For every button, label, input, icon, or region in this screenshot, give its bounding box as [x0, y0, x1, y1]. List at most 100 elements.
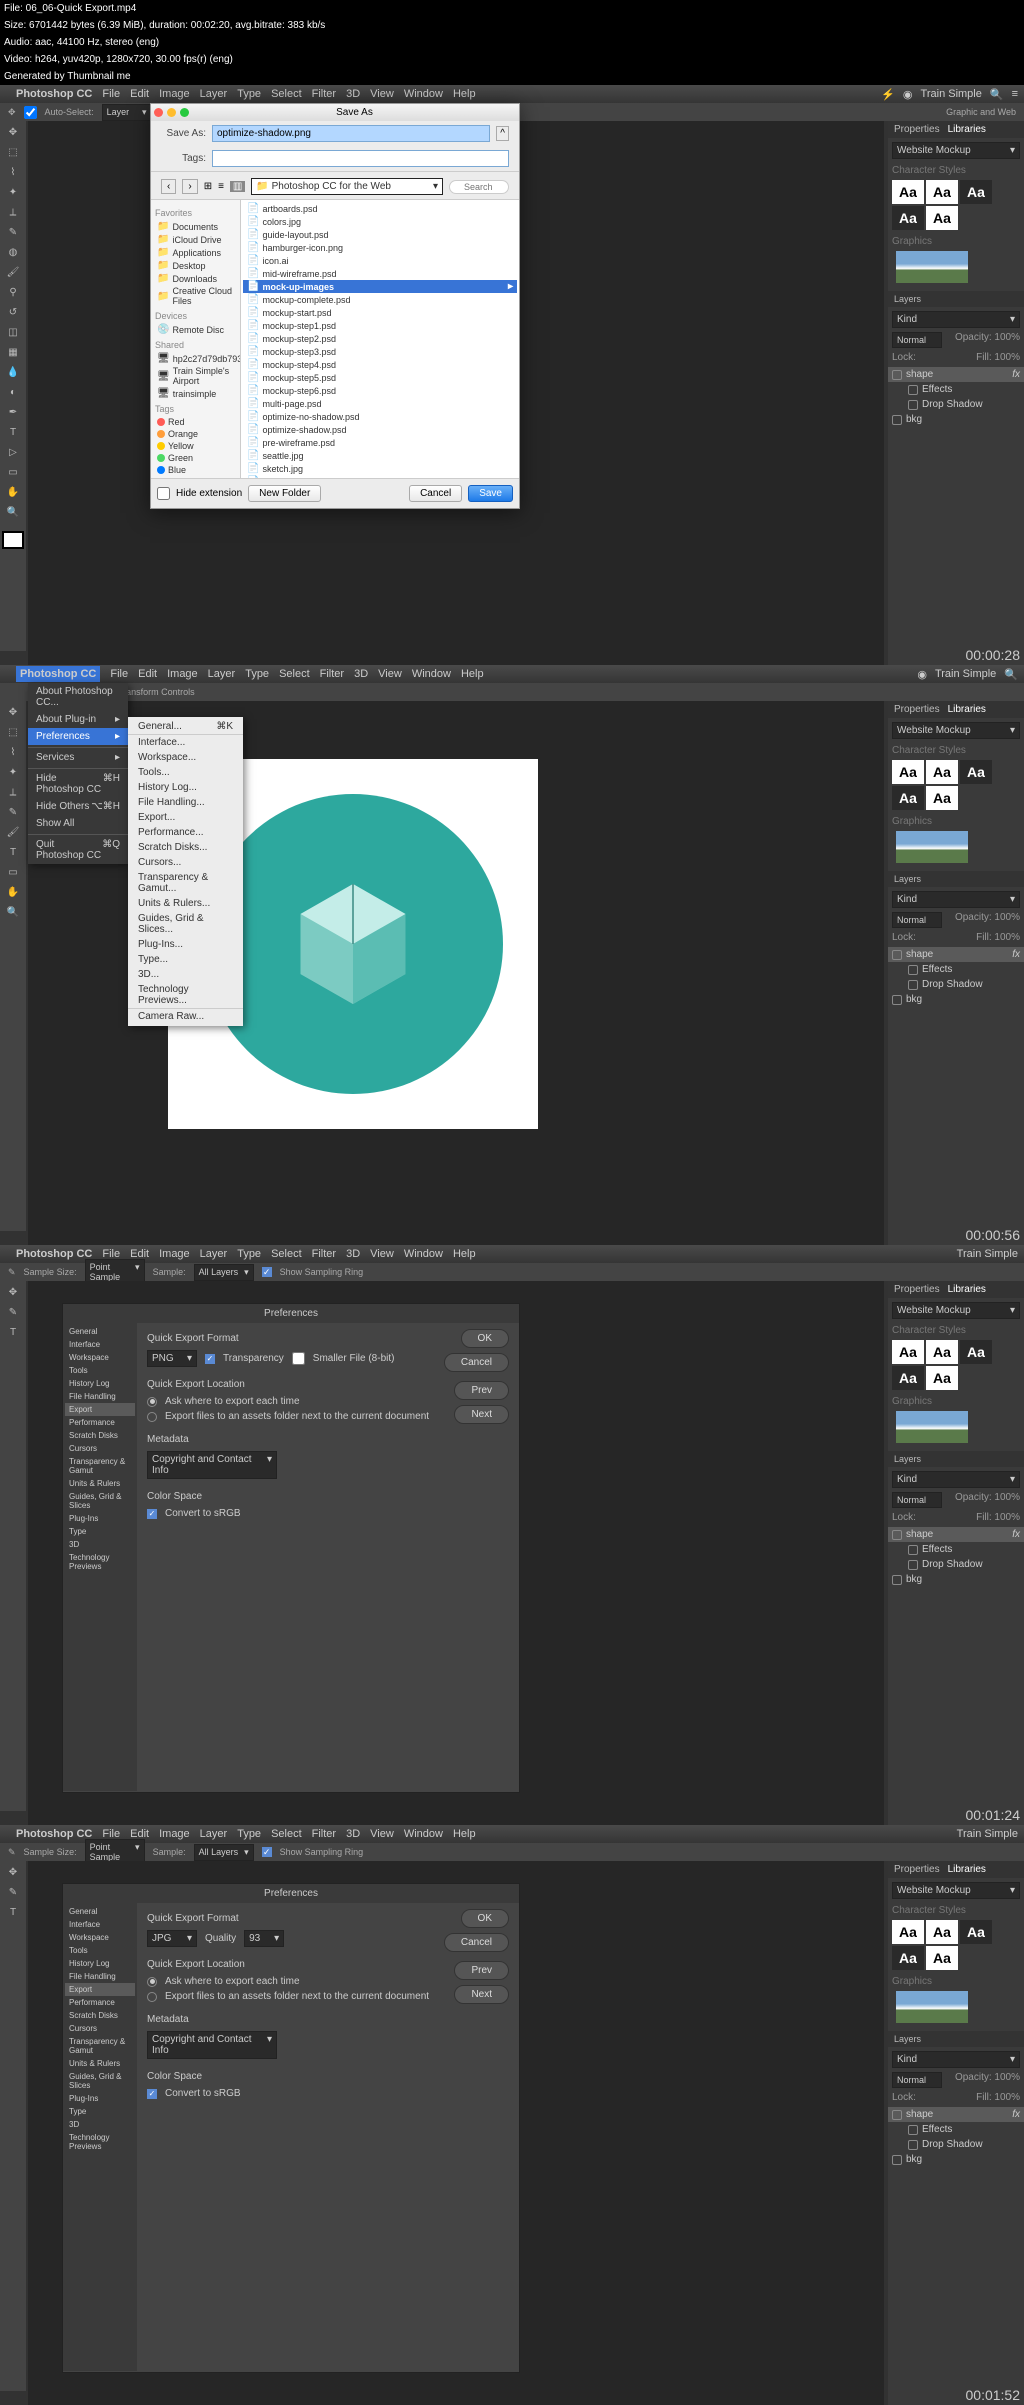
view-list-icon[interactable]: ≡ [218, 181, 224, 192]
next-button[interactable]: Next [454, 1985, 509, 2004]
layer-row[interactable]: shapefx [888, 367, 1024, 382]
prefs-category[interactable]: Type [65, 1525, 135, 1538]
style-swatch[interactable]: Aa [892, 206, 924, 230]
graphic-thumbnail[interactable] [896, 1411, 968, 1443]
visibility-icon[interactable] [908, 1560, 918, 1570]
file-item[interactable]: 📄mockup-complete.psd [243, 293, 517, 306]
file-item[interactable]: 📄multi-page.psd [243, 397, 517, 410]
prefs-category[interactable]: Interface [65, 1338, 135, 1351]
prefs-category[interactable]: General [65, 1905, 135, 1918]
srgb-checkbox[interactable]: ✓ [147, 1509, 157, 1519]
layer-row[interactable]: bkg [888, 1572, 1024, 1587]
eyedropper-tool-icon[interactable]: ✎ [2, 803, 24, 821]
menu-help[interactable]: Help [453, 1248, 476, 1260]
prefs-category[interactable]: File Handling [65, 1390, 135, 1403]
menu-help[interactable]: Help [453, 88, 476, 100]
sampling-ring-checkbox[interactable]: ✓ [262, 1267, 272, 1277]
file-item[interactable]: 📄slice.psd [243, 475, 517, 478]
menu-about[interactable]: About Photoshop CC... [28, 683, 128, 711]
menu-window[interactable]: Window [404, 1828, 443, 1840]
prefs-category[interactable]: 3D [65, 1538, 135, 1551]
menu-hide-others[interactable]: Hide Others⌥⌘H [28, 798, 128, 815]
menu-app[interactable]: Photoshop CC [16, 1248, 92, 1260]
graphic-thumbnail[interactable] [896, 1991, 968, 2023]
smaller-file-checkbox[interactable] [292, 1352, 305, 1365]
format-dropdown[interactable]: JPG▾ [147, 1930, 197, 1947]
srgb-checkbox[interactable]: ✓ [147, 2089, 157, 2099]
menu-layer[interactable]: Layer [208, 668, 236, 680]
menu-view[interactable]: View [370, 1248, 394, 1260]
prefs-category[interactable]: Export [65, 1403, 135, 1416]
sample-dropdown[interactable]: All Layers▾ [194, 1264, 254, 1281]
layer-row[interactable]: shapefx [888, 2107, 1024, 2122]
menu-file[interactable]: File [110, 668, 128, 680]
prev-button[interactable]: Prev [454, 1961, 509, 1980]
view-grid-icon[interactable]: ⊞ [204, 181, 212, 192]
shape-tool-icon[interactable]: ▭ [2, 463, 24, 481]
prefs-category[interactable]: Plug-Ins [65, 1512, 135, 1525]
blend-dropdown[interactable]: Normal [892, 332, 942, 348]
blur-tool-icon[interactable]: 💧 [2, 363, 24, 381]
visibility-icon[interactable] [892, 370, 902, 380]
tab-properties[interactable]: Properties [894, 704, 940, 715]
prefs-category[interactable]: Type [65, 2105, 135, 2118]
menu-type[interactable]: Type [245, 668, 269, 680]
file-item[interactable]: 📄artboards.psd [243, 202, 517, 215]
ask-radio[interactable] [147, 1397, 157, 1407]
heal-tool-icon[interactable]: ◍ [2, 243, 24, 261]
workspace-label[interactable]: Graphic and Web [946, 107, 1016, 117]
menu-show-all[interactable]: Show All [28, 815, 128, 832]
menu-layer[interactable]: Layer [200, 1248, 228, 1260]
submenu-item[interactable]: General...⌘K [128, 719, 243, 734]
move-tool-icon[interactable]: ✥ [8, 107, 16, 118]
prefs-category[interactable]: General [65, 1325, 135, 1338]
visibility-icon[interactable] [908, 385, 918, 395]
lasso-tool-icon[interactable]: ⌇ [2, 743, 24, 761]
prefs-category[interactable]: Scratch Disks [65, 1429, 135, 1442]
menu-3d[interactable]: 3D [346, 1248, 360, 1260]
pen-tool-icon[interactable]: ✒ [2, 403, 24, 421]
file-item[interactable]: 📄seattle.jpg [243, 449, 517, 462]
menu-icon[interactable]: ≡ [1012, 88, 1018, 100]
menu-3d[interactable]: 3D [346, 1828, 360, 1840]
library-dropdown[interactable]: Website Mockup▾ [892, 142, 1020, 159]
menu-app[interactable]: Photoshop CC [16, 666, 100, 682]
menu-help[interactable]: Help [461, 668, 484, 680]
transparency-checkbox[interactable]: ✓ [205, 1354, 215, 1364]
menu-about-plugin[interactable]: About Plug-in▸ [28, 711, 128, 728]
cancel-button[interactable]: Cancel [444, 1353, 509, 1372]
eraser-tool-icon[interactable]: ◫ [2, 323, 24, 341]
file-item[interactable]: 📄mockup-start.psd [243, 306, 517, 319]
ok-button[interactable]: OK [461, 1329, 509, 1348]
submenu-item[interactable]: Cursors... [128, 855, 243, 870]
menu-quit[interactable]: Quit Photoshop CC⌘Q [28, 834, 128, 864]
move-tool-icon[interactable]: ✥ [2, 1863, 24, 1881]
submenu-item[interactable]: Scratch Disks... [128, 840, 243, 855]
sidebar-favorite[interactable]: 📁Applications [155, 246, 236, 259]
sidebar-device[interactable]: 💿Remote Disc [155, 323, 236, 336]
marquee-tool-icon[interactable]: ⬚ [2, 723, 24, 741]
style-swatch[interactable]: Aa [892, 760, 924, 784]
eyedropper-tool-icon[interactable]: ✎ [2, 1883, 24, 1901]
location-dropdown[interactable]: 📁 Photoshop CC for the Web▾ [251, 178, 443, 195]
sidebar-tag[interactable]: Yellow [155, 440, 236, 452]
prefs-category[interactable]: Scratch Disks [65, 2009, 135, 2022]
save-button[interactable]: Save [468, 485, 513, 502]
visibility-icon[interactable] [892, 415, 902, 425]
file-item[interactable]: 📄optimize-shadow.psd [243, 423, 517, 436]
menu-window[interactable]: Window [404, 88, 443, 100]
menu-preferences[interactable]: Preferences▸ [28, 728, 128, 745]
file-item[interactable]: 📄icon.ai [243, 254, 517, 267]
menu-window[interactable]: Window [404, 1248, 443, 1260]
file-item[interactable]: 📄mid-wireframe.psd [243, 267, 517, 280]
submenu-item[interactable]: Transparency & Gamut... [128, 870, 243, 896]
submenu-item[interactable]: 3D... [128, 967, 243, 982]
blend-dropdown[interactable]: Normal [892, 1492, 942, 1508]
visibility-icon[interactable] [892, 2155, 902, 2165]
style-swatch[interactable]: Aa [926, 180, 958, 204]
tab-libraries[interactable]: Libraries [948, 124, 986, 135]
prefs-category[interactable]: Guides, Grid & Slices [65, 1490, 135, 1512]
prefs-category[interactable]: Tools [65, 1364, 135, 1377]
auto-select-dropdown[interactable]: Layer▾ [102, 104, 152, 121]
sidebar-favorite[interactable]: 📁Desktop [155, 259, 236, 272]
